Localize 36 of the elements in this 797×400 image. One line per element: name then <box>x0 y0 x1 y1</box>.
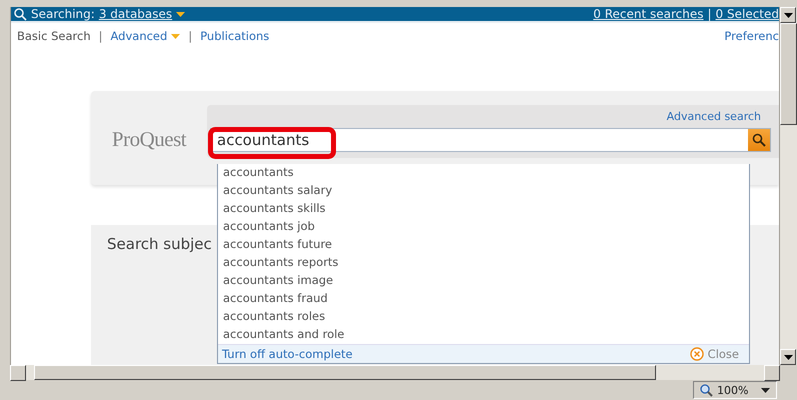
suggestion-item[interactable]: accountants and role <box>218 326 749 344</box>
suggestion-item[interactable]: accountants skills <box>218 200 749 218</box>
proquest-logo: ProQuest <box>110 126 188 152</box>
vertical-scrollbar[interactable] <box>779 7 797 365</box>
caret-icon <box>784 12 792 18</box>
preferences-link[interactable]: Preferenc <box>724 29 779 43</box>
suggestion-item[interactable]: accountants reports <box>218 254 749 272</box>
caret-icon <box>176 12 186 16</box>
zoom-icon <box>700 384 713 396</box>
search-button[interactable] <box>748 129 770 151</box>
zoom-control[interactable]: 100% <box>693 381 777 399</box>
suggestion-item[interactable]: accountants <box>218 164 749 182</box>
nav-link[interactable]: Advanced <box>110 29 180 43</box>
nav-separator: | <box>98 29 102 43</box>
searching-label: Searching: <box>31 7 95 21</box>
close-icon <box>690 347 704 361</box>
suggestion-item[interactable]: accountants roles <box>218 308 749 326</box>
databases-link[interactable]: 3 databases <box>98 7 172 21</box>
search-icon <box>752 133 766 147</box>
recent-searches-link[interactable]: 0 Recent searches <box>593 7 704 21</box>
suggestion-item[interactable]: accountants future <box>218 236 749 254</box>
selected-items-link[interactable]: 0 Selected <box>716 7 779 21</box>
suggestion-item[interactable]: accountants image <box>218 272 749 290</box>
nav-link[interactable]: Publications <box>200 29 270 43</box>
separator: | <box>707 7 712 21</box>
nav-link[interactable]: Basic Search <box>17 29 91 43</box>
panel-title: Search subjec <box>107 235 212 253</box>
nav-separator: | <box>188 29 192 43</box>
suggestion-item[interactable]: accountants salary <box>218 182 749 200</box>
suggestion-item[interactable]: accountants fraud <box>218 290 749 308</box>
suggestion-item[interactable]: accountants job <box>218 218 749 236</box>
caret-icon <box>761 388 770 392</box>
caret-icon <box>784 354 792 360</box>
horizontal-scrollbar[interactable] <box>10 365 780 380</box>
advanced-search-link[interactable]: Advanced search <box>666 110 761 123</box>
turn-off-autocomplete-link[interactable]: Turn off auto-complete <box>222 347 353 361</box>
